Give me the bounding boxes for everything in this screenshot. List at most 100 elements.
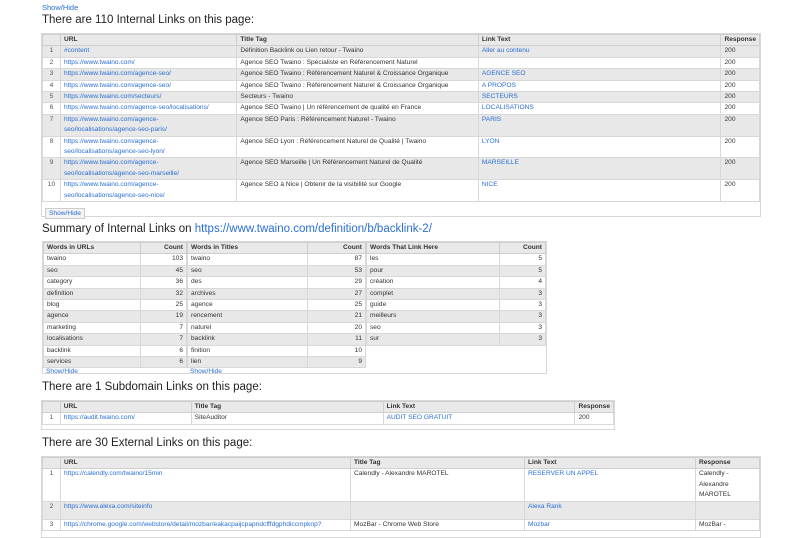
row-link-text[interactable]: SECTEURS (477, 91, 722, 104)
row-title-tag: Agence SEO Twaino | Un référencement de … (236, 102, 479, 115)
top-showhide-link[interactable]: Show/Hide (42, 3, 78, 12)
row-response: 200 (720, 45, 760, 58)
row-url-link[interactable]: https://www.twaino.com/agence- (64, 181, 159, 188)
internal-showhide-button[interactable]: Show/Hide (45, 208, 85, 220)
words-that-link-here-table: Words That Link Here Count les 5 pour 5 créa… (366, 241, 547, 346)
sub-col-url: URL (59, 400, 192, 414)
words-in-titles-header: Words in Titles (186, 241, 309, 255)
row-url-link[interactable]: #content (64, 47, 89, 54)
summary-heading-link[interactable]: https://www.twaino.com/definition/b/back… (195, 223, 432, 235)
summary-row: création 4 (366, 276, 547, 289)
row-url-cell: https://www.twaino.com/agence-seo/locali… (59, 113, 238, 137)
row-url-cell: https://www.twaino.com/secteurs/ (59, 91, 238, 104)
table-row: 1 https://calendly.com/twaino/15min Calend… (42, 468, 760, 502)
table-row: 2 https://www.twaino.com/Agence SEO Twain… (42, 56, 760, 70)
summary-word: seo (43, 264, 141, 278)
row-link-text[interactable]: AUDIT SEO GRATUIT (382, 412, 576, 425)
summary-word: twaino (186, 253, 309, 266)
table-row: 9 https://www.twaino.com/agence-seo/local… (42, 157, 760, 181)
row-response-line: Alexandre (699, 480, 729, 488)
row-link-text[interactable]: A PROPOS (477, 79, 722, 93)
row-link-text[interactable] (477, 56, 722, 70)
row-response: 200 (574, 412, 614, 425)
row-url-link[interactable]: https://www.twaino.com/ (64, 59, 135, 66)
summary-row: meilleurs 3 (366, 310, 547, 323)
summary-urls-showhide[interactable]: Show/Hide (43, 368, 187, 375)
row-link-text[interactable]: RESERVER UN APPEL (524, 468, 696, 502)
summary-count: 3 (498, 287, 547, 301)
summary-count: 3 (498, 310, 547, 323)
row-link-text[interactable]: Aller au contenu (477, 45, 722, 58)
row-link-text[interactable]: PARIS (477, 113, 722, 137)
row-link-text[interactable]: Alexa Rank (524, 500, 696, 520)
row-url-link[interactable]: https://www.twaino.com/agence- (64, 138, 159, 145)
words-in-urls-header: Words in URLs (43, 241, 141, 255)
summary-row: category 36 (43, 276, 188, 289)
row-title-tag: Agence SEO Lyon : Référencement Naturel … (236, 135, 479, 159)
summary-titles-showhide[interactable]: Show/Hide (187, 368, 366, 375)
summary-count: 87 (307, 253, 366, 266)
summary-row: seo 3 (366, 321, 547, 335)
summary-row: definition 32 (43, 287, 188, 301)
summary-word: complet (366, 287, 500, 301)
row-link-text[interactable]: Mozbar (524, 518, 696, 532)
row-url-link[interactable]: seo/localisations/agence-seo-marseille/ (64, 170, 179, 177)
summary-row: marketing 7 (43, 321, 188, 335)
summary-row: twaino 103 (43, 253, 188, 266)
row-url-link[interactable]: https://audit.twaino.com/ (64, 414, 135, 421)
row-link-text[interactable]: MARSEILLE (477, 157, 722, 181)
row-url-link[interactable]: seo/localisations/agence-seo-nice/ (64, 192, 165, 199)
row-link-text[interactable]: LOCALISATIONS (477, 102, 722, 115)
row-response: 200 (720, 135, 760, 159)
summary-count: 9 (307, 356, 366, 369)
row-link-text[interactable]: AGENCE SEO (477, 68, 722, 81)
row-url-link[interactable]: https://www.alexa.com/siteinfo (64, 503, 152, 510)
row-link-text[interactable]: LYON (477, 135, 722, 159)
row-url-link[interactable]: https://www.twaino.com/secteurs/ (64, 93, 161, 100)
table-row: 6 https://www.twaino.com/agence-seo/local… (42, 102, 760, 115)
summary-word: archives (186, 287, 309, 301)
summary-count: 25 (307, 299, 366, 312)
table-row: 2 https://www.alexa.com/siteinfo Alexa Ran… (42, 500, 760, 520)
row-title-tag: Secteurs - Twaino (236, 91, 479, 104)
row-index: 1 (42, 412, 61, 425)
summary-row: archives 27 (186, 287, 366, 301)
col-index (42, 33, 61, 47)
row-url-link[interactable]: https://www.twaino.com/agence-seo/ (64, 82, 171, 89)
row-url-cell: https://www.twaino.com/agence-seo/ (59, 79, 238, 93)
summary-row: backlink 11 (186, 333, 366, 346)
row-url-cell: https://www.twaino.com/agence-seo/locali… (59, 135, 238, 159)
summary-word: seo (366, 321, 500, 335)
summary-word: les (366, 253, 500, 266)
summary-count: 6 (139, 344, 188, 358)
row-url-link[interactable]: https://www.twaino.com/agence-seo/locali… (64, 104, 209, 111)
words-in-urls-table: Words in URLs Count twaino 103 seo 45 catego… (43, 241, 188, 369)
external-links-heading: There are 30 External Links on this page… (42, 437, 253, 449)
row-url-link[interactable]: https://chrome.google.com/webstore/detai… (64, 521, 321, 528)
row-url-link[interactable]: seo/localisations/agence-seo-lyon/ (64, 148, 165, 155)
summary-row: les 5 (366, 253, 547, 266)
row-response: 200 (720, 91, 760, 104)
table-row: 1 #content Définition Backlink ou Lien ret… (42, 45, 760, 58)
row-url-link[interactable]: https://calendly.com/twaino/15min (64, 470, 162, 477)
row-url-link[interactable]: https://www.twaino.com/agence- (64, 159, 159, 166)
row-response-line: MAROTEL (699, 491, 731, 499)
summary-word: localisations (43, 333, 141, 346)
row-link-text[interactable]: NICE (477, 179, 722, 203)
row-index: 3 (42, 518, 61, 532)
words-link-here-header: Words That Link Here (366, 241, 500, 255)
row-url-cell: https://audit.twaino.com/ (59, 412, 192, 425)
summary-word: backlink (43, 344, 141, 358)
summary-word: meilleurs (366, 310, 500, 323)
row-url-link[interactable]: https://www.twaino.com/agence-seo/ (64, 70, 171, 77)
summary-word: seo (186, 264, 309, 278)
row-url-link[interactable]: https://www.twaino.com/agence- (64, 116, 159, 123)
row-url-link[interactable]: seo/localisations/agence-seo-paris/ (64, 126, 167, 133)
row-index: 5 (42, 91, 61, 104)
external-links-panel: URL Title Tag Link Text Response 1 https:… (41, 456, 761, 538)
summary-word: sur (366, 333, 500, 346)
internal-links-panel: URL Title Tag Link Text Response 1 #conte… (41, 33, 761, 220)
row-index: 7 (42, 113, 61, 137)
row-title-tag (350, 500, 525, 520)
summary-word: agence (186, 299, 309, 312)
